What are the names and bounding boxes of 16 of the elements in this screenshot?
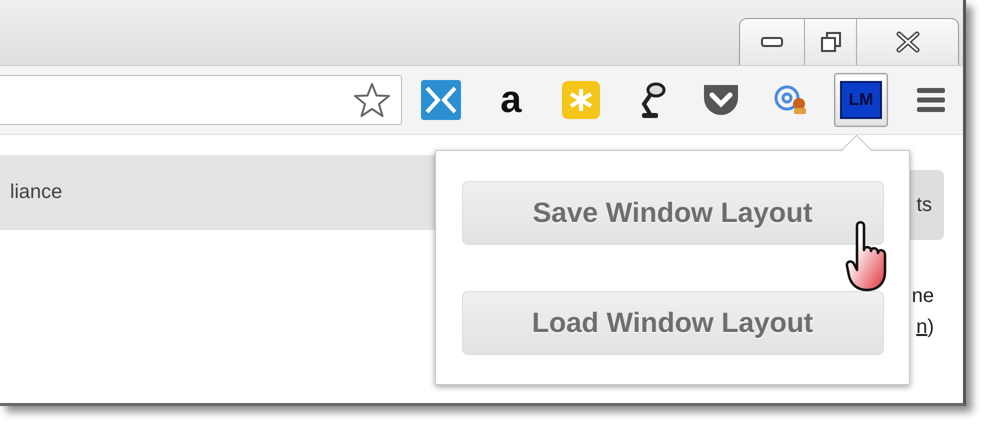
extension-button[interactable]: a [484, 73, 538, 127]
banner-text: liance [10, 181, 62, 204]
pocket-icon [701, 82, 741, 118]
restore-icon [820, 31, 842, 53]
page-link[interactable]: n [916, 316, 928, 339]
close-icon [894, 31, 920, 53]
arrows-icon [421, 80, 461, 120]
minimize-icon [761, 36, 783, 48]
asterisk-icon [562, 81, 600, 119]
extension-logo: LM [840, 81, 882, 119]
page-text: ne [912, 285, 934, 308]
menu-icon [916, 85, 946, 115]
bookmark-star-icon[interactable] [353, 82, 391, 118]
page-text: ) [927, 316, 934, 339]
layout-button[interactable]: Save Window Layout [462, 181, 884, 245]
layout-button[interactable]: Load Window Layout [462, 291, 884, 355]
